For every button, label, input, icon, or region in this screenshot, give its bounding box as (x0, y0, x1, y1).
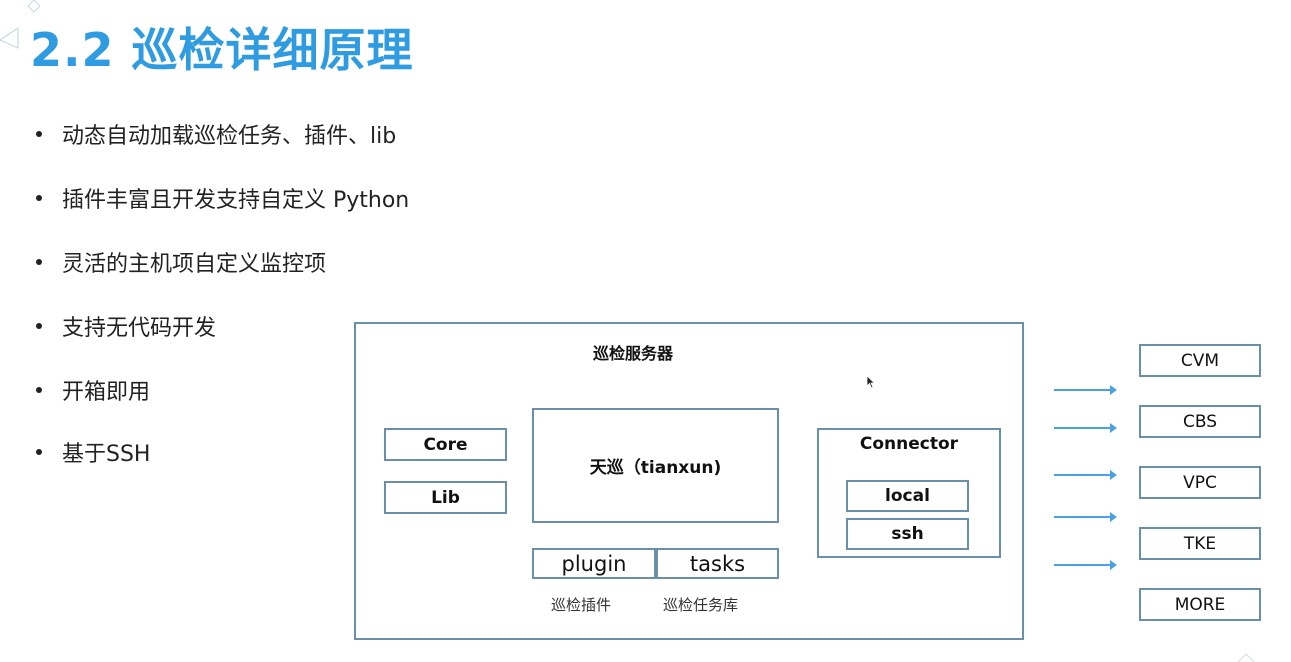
core-box: Core (384, 428, 507, 461)
bullet-text: 插件丰富且开发支持自定义 Python (62, 188, 410, 213)
arrow-icon (1054, 512, 1117, 522)
tasks-box: tasks (656, 548, 779, 579)
lib-box: Lib (384, 481, 507, 514)
target-cvm: CVM (1139, 344, 1261, 377)
bullet-text: 基于SSH (62, 442, 151, 467)
bullet-icon (36, 387, 42, 393)
bullet-text: 动态自动加载巡检任务、插件、lib (62, 124, 397, 149)
inspection-server-title: 巡检服务器 (593, 344, 674, 363)
tianxun-box: 天巡（tianxun) (532, 408, 779, 523)
arrow-icon (1054, 470, 1117, 480)
bullet-icon (36, 259, 42, 265)
bullet-icon (36, 323, 42, 329)
target-vpc: VPC (1139, 466, 1261, 499)
arrow-icon (1054, 423, 1117, 433)
target-more: MORE (1139, 588, 1261, 621)
local-box: local (846, 480, 969, 512)
arrow-icon (1054, 560, 1117, 570)
plugin-box: plugin (532, 548, 656, 579)
bullet-item: 插件丰富且开发支持自定义 Python (36, 182, 409, 214)
tasks-caption: 巡检任务库 (663, 596, 739, 614)
bullet-item: 基于SSH (36, 436, 150, 468)
bullet-text: 支持无代码开发 (62, 316, 217, 341)
slide-title: 2.2 巡检详细原理 (30, 23, 414, 77)
target-tke: TKE (1139, 527, 1261, 560)
arrow-icon (1054, 385, 1117, 395)
bullet-item: 支持无代码开发 (36, 310, 216, 342)
corner-decoration (1237, 653, 1255, 662)
bullet-text: 灵活的主机项自定义监控项 (62, 252, 327, 277)
bullet-item: 开箱即用 (36, 374, 150, 406)
bullet-item: 灵活的主机项自定义监控项 (36, 246, 326, 278)
slide: 2.2 巡检详细原理 动态自动加载巡检任务、插件、lib 插件丰富且开发支持自定… (0, 0, 1291, 662)
plugin-caption: 巡检插件 (551, 596, 612, 614)
ssh-box: ssh (846, 518, 969, 550)
bullet-text: 开箱即用 (62, 380, 151, 405)
target-cbs: CBS (1139, 405, 1261, 438)
bullet-icon (36, 449, 42, 455)
bullet-item: 动态自动加载巡检任务、插件、lib (36, 118, 396, 150)
bullet-icon (36, 131, 42, 137)
mouse-cursor-icon (866, 375, 876, 389)
bullet-icon (36, 195, 42, 201)
